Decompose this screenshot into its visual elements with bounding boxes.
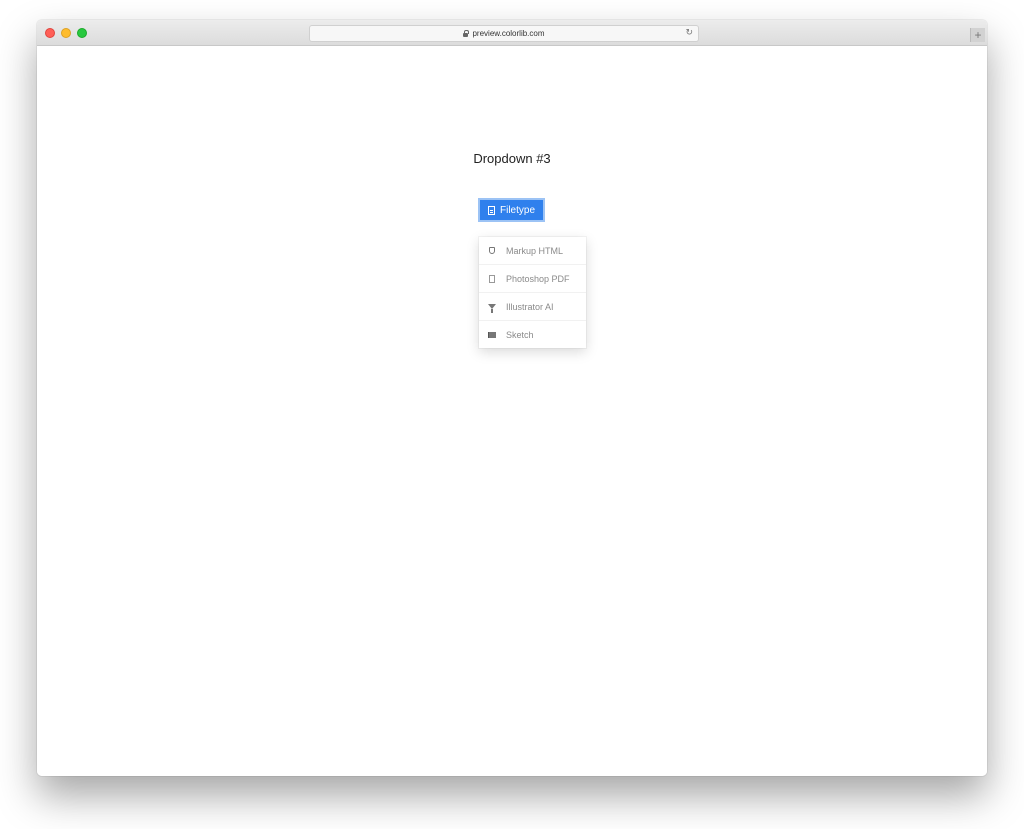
glass-icon xyxy=(488,304,496,313)
address-bar-url: preview.colorlib.com xyxy=(472,29,545,38)
reload-icon[interactable]: ↻ xyxy=(685,27,693,38)
minimize-window-button[interactable] xyxy=(61,28,71,38)
close-window-button[interactable] xyxy=(45,28,55,38)
html5-shield-icon xyxy=(488,247,496,254)
file-icon xyxy=(487,205,495,215)
page-content: Dropdown #3 Filetype Markup HTML Photosh… xyxy=(37,46,987,776)
filetype-dropdown-button[interactable]: Filetype xyxy=(478,198,545,222)
pdf-file-icon xyxy=(488,274,496,283)
address-bar[interactable]: preview.colorlib.com ↻ xyxy=(309,25,699,42)
lock-icon xyxy=(463,29,469,37)
zoom-window-button[interactable] xyxy=(77,28,87,38)
dropdown-menu: Markup HTML Photoshop PDF Illustrator AI… xyxy=(479,237,586,348)
filetype-button-label: Filetype xyxy=(499,204,535,216)
browser-window: preview.colorlib.com ↻ + Dropdown #3 Fil… xyxy=(37,20,987,776)
new-tab-button[interactable]: + xyxy=(970,28,985,42)
menu-item-label: Photoshop PDF xyxy=(506,273,570,284)
menu-item-sketch[interactable]: Sketch xyxy=(479,321,586,348)
screen: preview.colorlib.com ↻ + Dropdown #3 Fil… xyxy=(0,0,1024,829)
menu-item-illustrator-ai[interactable]: Illustrator AI xyxy=(479,293,586,321)
menu-item-label: Illustrator AI xyxy=(506,301,554,312)
flag-icon xyxy=(488,331,496,338)
window-controls xyxy=(45,28,87,38)
browser-titlebar: preview.colorlib.com ↻ + xyxy=(37,20,987,46)
menu-item-label: Markup HTML xyxy=(506,245,564,256)
menu-item-photoshop-pdf[interactable]: Photoshop PDF xyxy=(479,265,586,293)
menu-item-markup-html[interactable]: Markup HTML xyxy=(479,237,586,265)
menu-item-label: Sketch xyxy=(506,329,534,340)
page-title: Dropdown #3 xyxy=(473,151,551,166)
